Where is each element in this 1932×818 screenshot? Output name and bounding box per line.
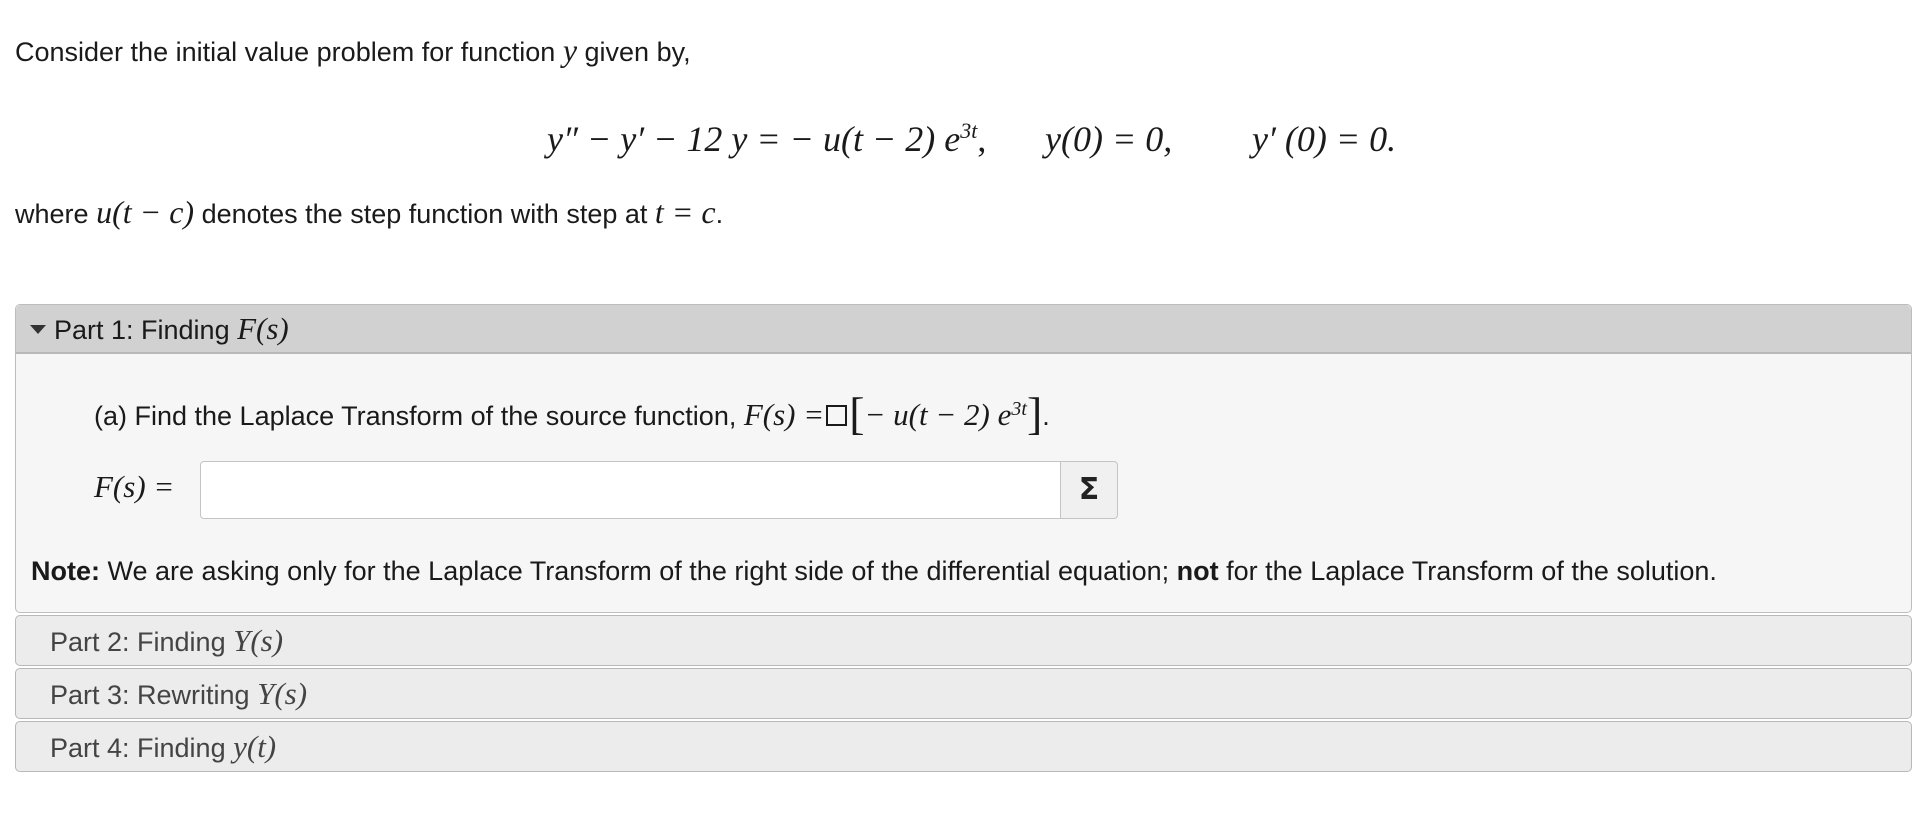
part-1-label: Part 1: Finding — [54, 315, 230, 345]
part-4-title: Part 4: Finding y(t) — [50, 722, 276, 773]
problem-statement: Consider the initial value problem for f… — [15, 30, 1915, 230]
where-period: . — [715, 199, 724, 229]
question-a-exponent: 3t — [1011, 398, 1027, 420]
equation-editor-button[interactable]: Σ — [1060, 461, 1118, 519]
part-1-title: Part 1: Finding F(s) — [54, 305, 289, 354]
intro-suffix: given by, — [584, 37, 691, 67]
initial-value-problem: y″ − y′ − 12 y = − u(t − 2) e3t, y(0) = … — [15, 100, 1915, 160]
part-3-math: Y(s) — [257, 676, 308, 711]
question-a-end: . — [1042, 401, 1050, 431]
where-equation: t = c — [654, 194, 716, 230]
ode-exponent: 3t — [960, 118, 978, 143]
part-2-title: Part 2: Finding Y(s) — [50, 616, 283, 667]
ode-lhs: y″ − y′ − 12 y = − u(t − 2) e — [547, 119, 961, 159]
note-text-1: We are asking only for the Laplace Trans… — [107, 556, 1170, 586]
question-a-inner: − u(t − 2) e — [864, 397, 1012, 432]
laplace-operator-icon — [826, 405, 848, 426]
ode-equation: y″ − y′ − 12 y = − u(t − 2) e3t, — [547, 118, 986, 160]
initial-condition-1: y(0) = 0, — [1045, 119, 1173, 159]
where-prefix: where — [15, 199, 89, 229]
note: Note: We are asking only for the Laplace… — [31, 551, 1717, 591]
part-3-label: Part 3: Rewriting — [50, 680, 250, 710]
part-2-label: Part 2: Finding — [50, 627, 226, 657]
answer-label: F(s) = — [94, 469, 175, 504]
note-text-2: for the Laplace Transform of the solutio… — [1226, 556, 1717, 586]
part-1-math: F(s) — [237, 311, 289, 346]
part-2-panel[interactable]: Part 2: Finding Y(s) — [15, 615, 1912, 666]
part-4-math: y(t) — [233, 729, 277, 764]
part-2-math: Y(s) — [233, 623, 284, 658]
answer-input[interactable] — [200, 461, 1062, 519]
where-mid: denotes the step function with step at — [201, 199, 648, 229]
question-a-lhs: F(s) = — [743, 397, 825, 432]
note-bold-not: not — [1176, 556, 1219, 586]
intro-variable: y — [562, 32, 578, 68]
question-a-text: (a) Find the Laplace Transform of the so… — [94, 401, 737, 431]
note-bold: Note: — [31, 556, 100, 586]
problem-intro: Consider the initial value problem for f… — [15, 30, 1915, 72]
part-3-title: Part 3: Rewriting Y(s) — [50, 669, 307, 720]
part-4-label: Part 4: Finding — [50, 733, 226, 763]
parts-accordion: Part 1: Finding F(s) (a) Find the Laplac… — [15, 304, 1912, 772]
part-4-panel[interactable]: Part 4: Finding y(t) — [15, 721, 1912, 772]
ode-comma: , — [977, 119, 987, 159]
part-1-header[interactable]: Part 1: Finding F(s) — [16, 305, 1911, 354]
right-bracket-icon: ] — [1026, 388, 1043, 439]
question-a: (a) Find the Laplace Transform of the so… — [94, 385, 1050, 440]
caret-down-icon — [30, 325, 46, 334]
part-3-panel[interactable]: Part 3: Rewriting Y(s) — [15, 668, 1912, 719]
left-bracket-icon: [ — [849, 388, 865, 439]
part-1-panel: Part 1: Finding F(s) (a) Find the Laplac… — [15, 304, 1912, 613]
intro-text: Consider the initial value problem for f… — [15, 37, 556, 67]
where-function: u(t − c) — [96, 194, 195, 230]
initial-condition-2: y′ (0) = 0. — [1252, 119, 1397, 159]
sigma-icon: Σ — [1078, 472, 1100, 507]
step-function-note: where u(t − c) denotes the step function… — [15, 192, 723, 234]
